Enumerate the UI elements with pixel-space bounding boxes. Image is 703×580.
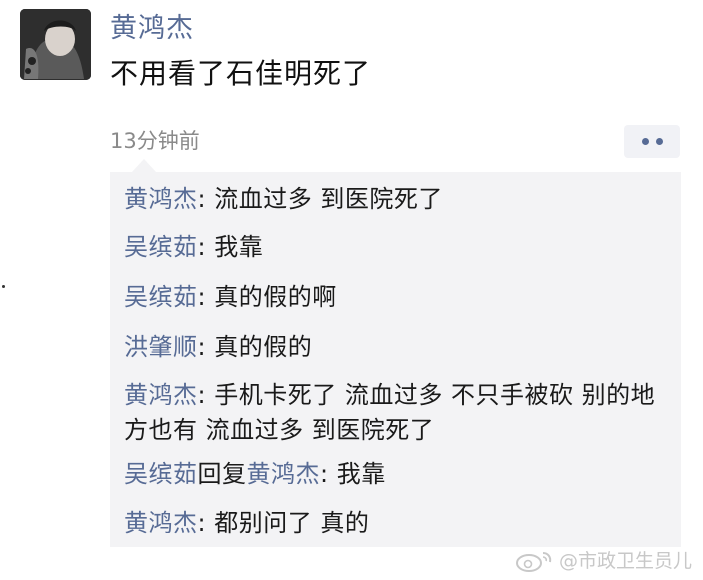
comment-item[interactable]: 黄鸿杰: 流血过多 到医院死了 xyxy=(124,182,672,217)
avatar[interactable] xyxy=(20,9,91,80)
comment-text: 我靠 xyxy=(336,460,386,488)
comment-separator: : xyxy=(320,460,337,488)
comment-author[interactable]: 吴缤茹 xyxy=(124,233,198,261)
comment-item[interactable]: 黄鸿杰: 都别问了 真的 xyxy=(124,506,672,541)
comment-separator: : xyxy=(197,381,215,409)
more-actions-button[interactable] xyxy=(624,125,680,158)
reply-target[interactable]: 黄鸿杰 xyxy=(247,460,321,488)
comment-item[interactable]: 黄鸿杰: 手机卡死了 流血过多 不只手被砍 别的地方也有 流血过多 到医院死了 xyxy=(124,378,672,448)
comment-text: 我靠 xyxy=(214,233,264,261)
comment-author[interactable]: 吴缤茹 xyxy=(124,460,198,488)
post-username[interactable]: 黄鸿杰 xyxy=(110,12,194,46)
comment-text: 都别问了 真的 xyxy=(214,509,370,537)
comment-separator: : xyxy=(197,333,215,361)
comment-text: 真的假的啊 xyxy=(214,283,337,311)
comment-author[interactable]: 黄鸿杰 xyxy=(124,185,198,213)
comment-section: 黄鸿杰: 流血过多 到医院死了 吴缤茹: 我靠 吴缤茹: 真的假的啊 洪肇顺: … xyxy=(110,159,681,547)
comment-author[interactable]: 洪肇顺 xyxy=(124,333,198,361)
comment-author[interactable]: 黄鸿杰 xyxy=(124,381,198,409)
comment-item[interactable]: 洪肇顺: 真的假的 xyxy=(124,330,672,365)
comment-item[interactable]: 吴缤茹: 我靠 xyxy=(124,230,672,265)
comment-author[interactable]: 吴缤茹 xyxy=(124,283,198,311)
weibo-icon xyxy=(516,552,552,572)
dot-icon xyxy=(641,138,649,145)
comment-separator: : xyxy=(197,509,215,537)
post-text: 不用看了石佳明死了 xyxy=(110,57,372,90)
watermark-text: @市政卫生员儿 xyxy=(559,550,693,572)
comment-item[interactable]: 吴缤茹: 真的假的啊 xyxy=(124,280,672,315)
watermark: @市政卫生员儿 xyxy=(515,548,692,574)
reply-word: 回复 xyxy=(197,460,247,488)
stray-dot xyxy=(2,285,5,288)
comment-separator: : xyxy=(197,185,215,213)
comment-author[interactable]: 黄鸿杰 xyxy=(124,509,198,537)
post-timestamp: 13分钟前 xyxy=(110,129,200,153)
dot-icon xyxy=(655,138,663,145)
comment-text: 真的假的 xyxy=(214,333,313,361)
comment-item[interactable]: 吴缤茹回复黄鸿杰: 我靠 xyxy=(124,457,672,492)
comment-text: 流血过多 到医院死了 xyxy=(214,185,443,213)
comment-separator: : xyxy=(197,283,215,311)
comment-separator: : xyxy=(197,233,215,261)
